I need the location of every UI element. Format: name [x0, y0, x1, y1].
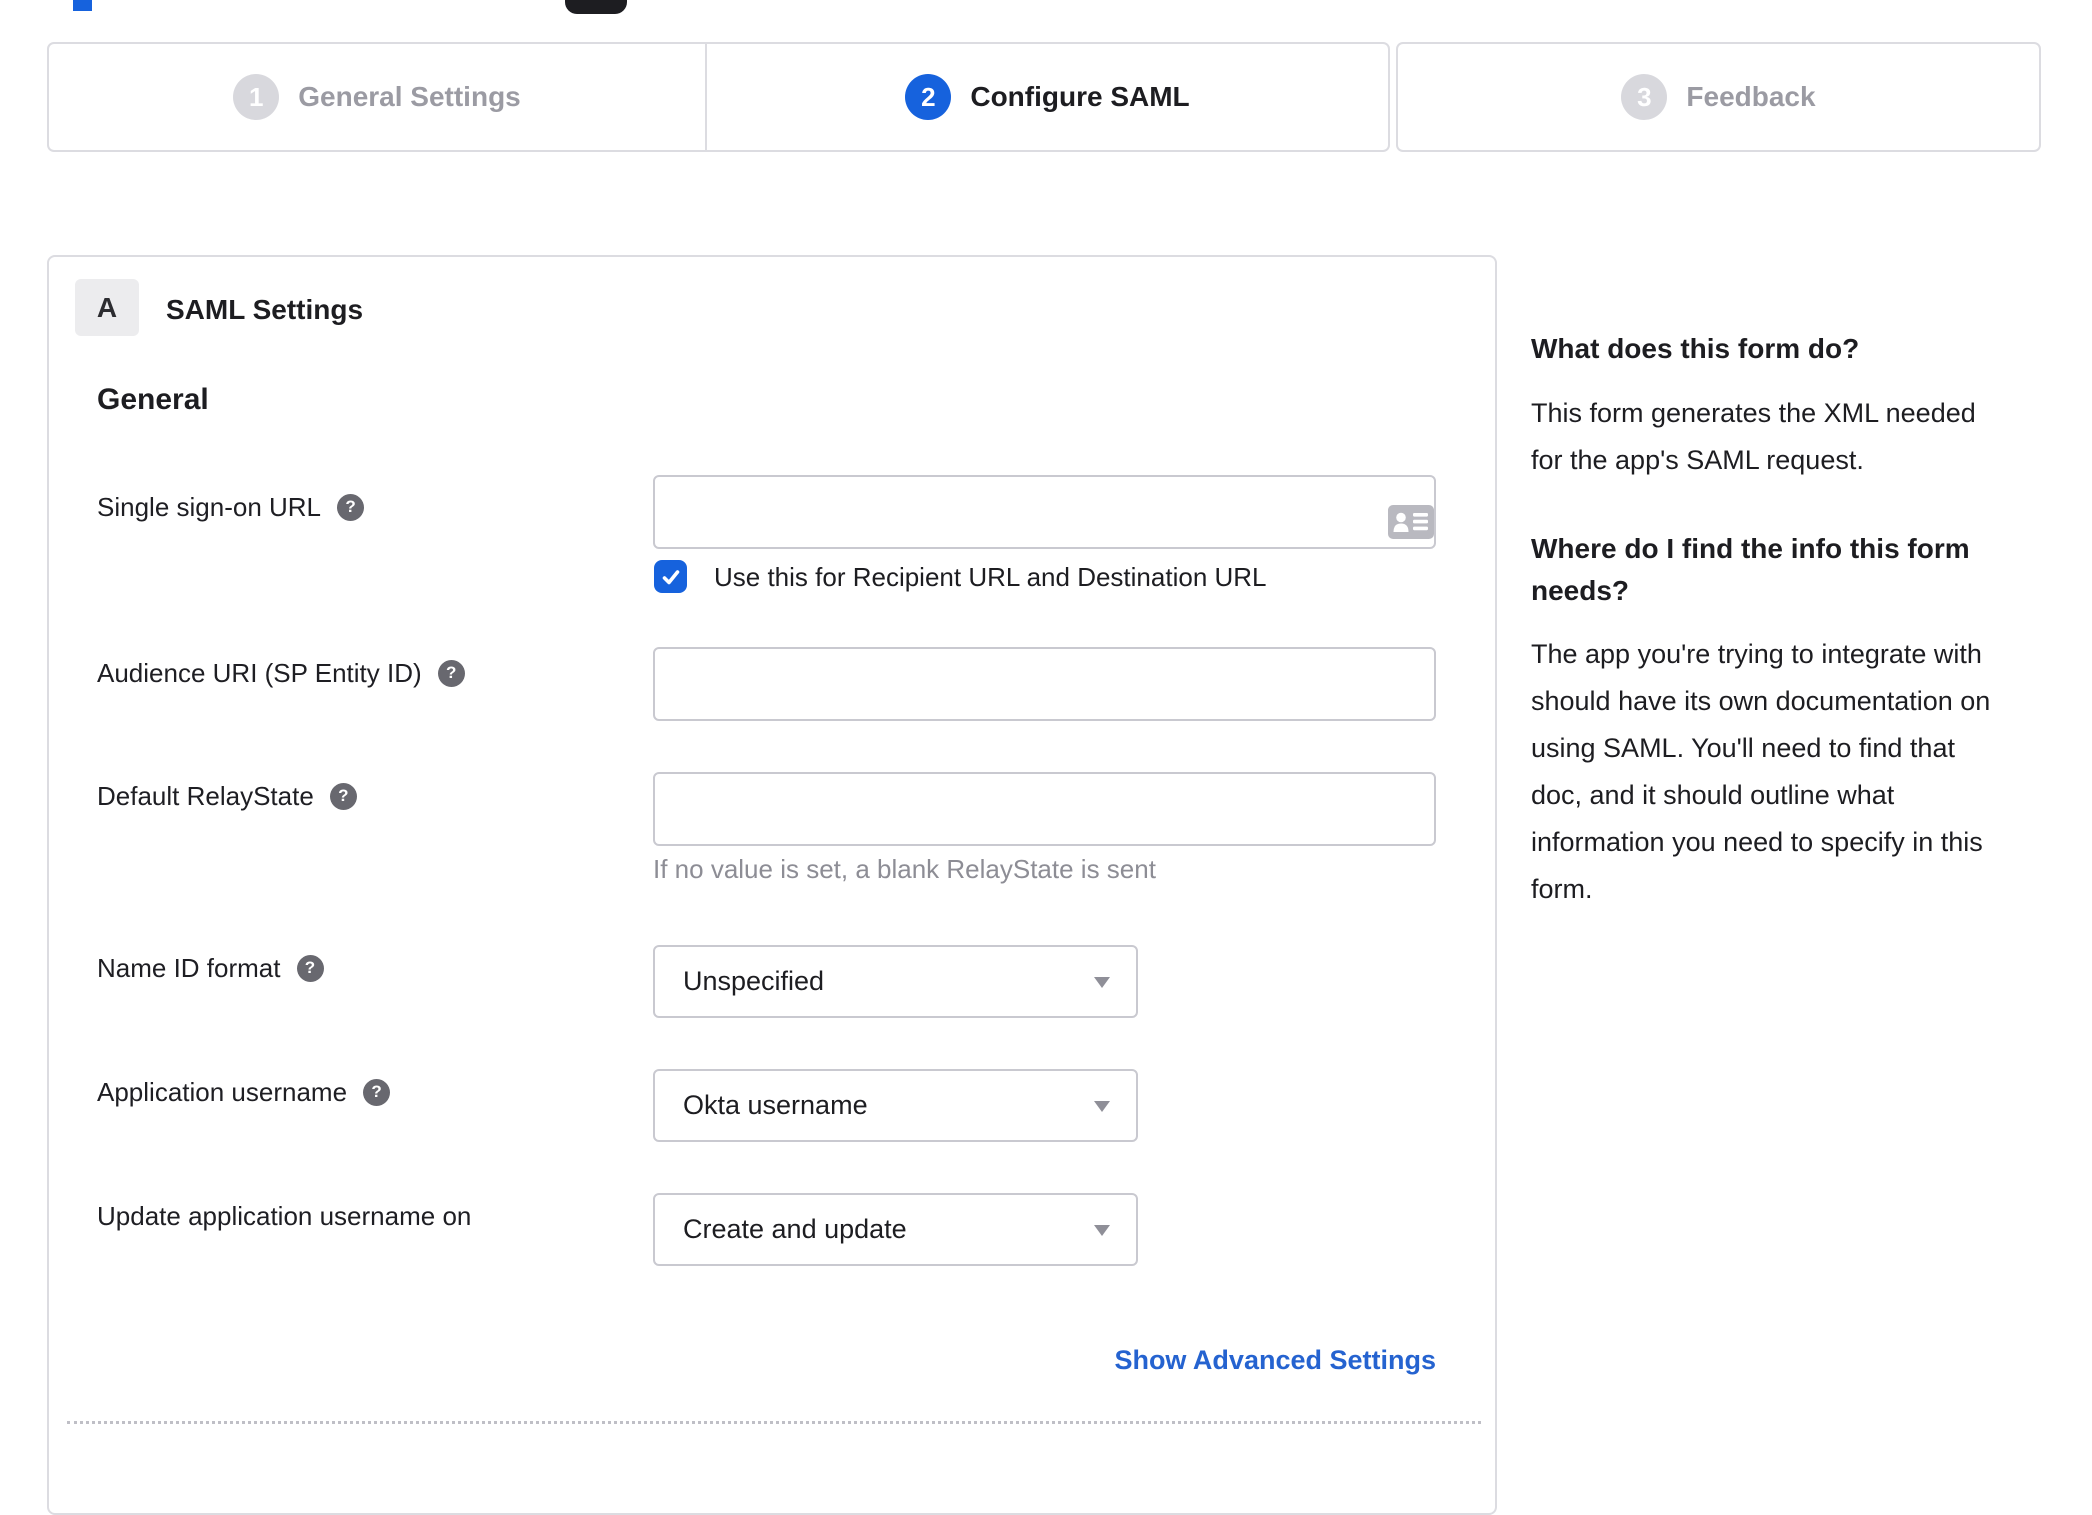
name-id-format-value: Unspecified	[683, 966, 825, 996]
sso-url-input[interactable]	[653, 475, 1436, 549]
general-section-title: General	[97, 383, 209, 416]
step-1-label: General Settings	[298, 81, 521, 112]
chevron-down-icon	[1094, 976, 1110, 988]
step-3-number-badge: 3	[1621, 74, 1668, 120]
checkmark-icon	[662, 569, 679, 584]
recipient-url-checkbox[interactable]	[654, 560, 687, 593]
sso-url-label: Single sign-on URL	[97, 491, 322, 522]
audience-uri-label: Audience URI (SP Entity ID)	[97, 657, 422, 688]
audience-uri-input[interactable]	[653, 647, 1436, 721]
help-icon[interactable]: ?	[437, 659, 465, 687]
relaystate-hint: If no value is set, a blank RelayState i…	[653, 854, 1156, 884]
audience-uri-label-row: Audience URI (SP Entity ID) ?	[97, 657, 465, 689]
relaystate-label: Default RelayState	[97, 780, 314, 811]
update-username-label: Update application username on	[97, 1200, 472, 1231]
section-a-badge: A	[75, 279, 139, 336]
wizard-stepper: 1 General Settings 2 Configure SAML	[47, 42, 1390, 152]
app-username-select[interactable]: Okta username	[653, 1069, 1138, 1142]
name-id-format-label: Name ID format	[97, 952, 281, 983]
chevron-down-icon	[1094, 1100, 1110, 1112]
help-icon[interactable]: ?	[296, 954, 324, 982]
step-2-label: Configure SAML	[970, 81, 1190, 112]
section-divider	[67, 1421, 1481, 1424]
update-username-value: Create and update	[683, 1214, 907, 1244]
step-configure-saml[interactable]: 2 Configure SAML	[705, 44, 1388, 150]
relaystate-input[interactable]	[653, 772, 1436, 846]
step-2-number-badge: 2	[905, 74, 952, 120]
show-advanced-settings-link[interactable]: Show Advanced Settings	[653, 1345, 1436, 1376]
update-username-label-row: Update application username on	[97, 1200, 471, 1232]
help-icon[interactable]: ?	[329, 782, 357, 810]
sidebar-paragraph-where: The app you're trying to integrate with …	[1531, 639, 1991, 904]
name-id-format-label-row: Name ID format ?	[97, 952, 324, 984]
step-1-number-badge: 1	[233, 74, 280, 120]
name-id-format-select[interactable]: Unspecified	[653, 945, 1138, 1018]
app-username-label-row: Application username ?	[97, 1076, 391, 1108]
step-3-label: Feedback	[1686, 81, 1816, 112]
chevron-down-icon	[1094, 1224, 1110, 1236]
saml-settings-panel: A SAML Settings General Single sign-on U…	[47, 255, 1497, 1515]
sidebar-paragraph-what: This form generates the XML needed for t…	[1531, 398, 1976, 475]
cutoff-link-fragment	[73, 0, 92, 11]
help-icon[interactable]: ?	[337, 493, 365, 521]
help-icon[interactable]: ?	[363, 1078, 391, 1106]
app-username-label: Application username	[97, 1076, 348, 1107]
update-username-select[interactable]: Create and update	[653, 1193, 1138, 1266]
step-general-settings[interactable]: 1 General Settings	[49, 44, 705, 150]
recipient-url-checkbox-label: Use this for Recipient URL and Destinati…	[714, 562, 1267, 592]
app-username-value: Okta username	[683, 1090, 868, 1120]
contact-card-icon[interactable]	[1388, 505, 1434, 539]
sidebar-heading-where: Where do I find the info this form needs…	[1531, 533, 1970, 606]
step-feedback[interactable]: 3 Feedback	[1396, 42, 2041, 152]
sidebar-heading-what: What does this form do?	[1531, 333, 1860, 364]
sso-url-label-row: Single sign-on URL ?	[97, 491, 365, 523]
panel-title: SAML Settings	[166, 294, 364, 325]
relaystate-label-row: Default RelayState ?	[97, 780, 357, 812]
cutoff-icon-fragment	[565, 0, 627, 14]
